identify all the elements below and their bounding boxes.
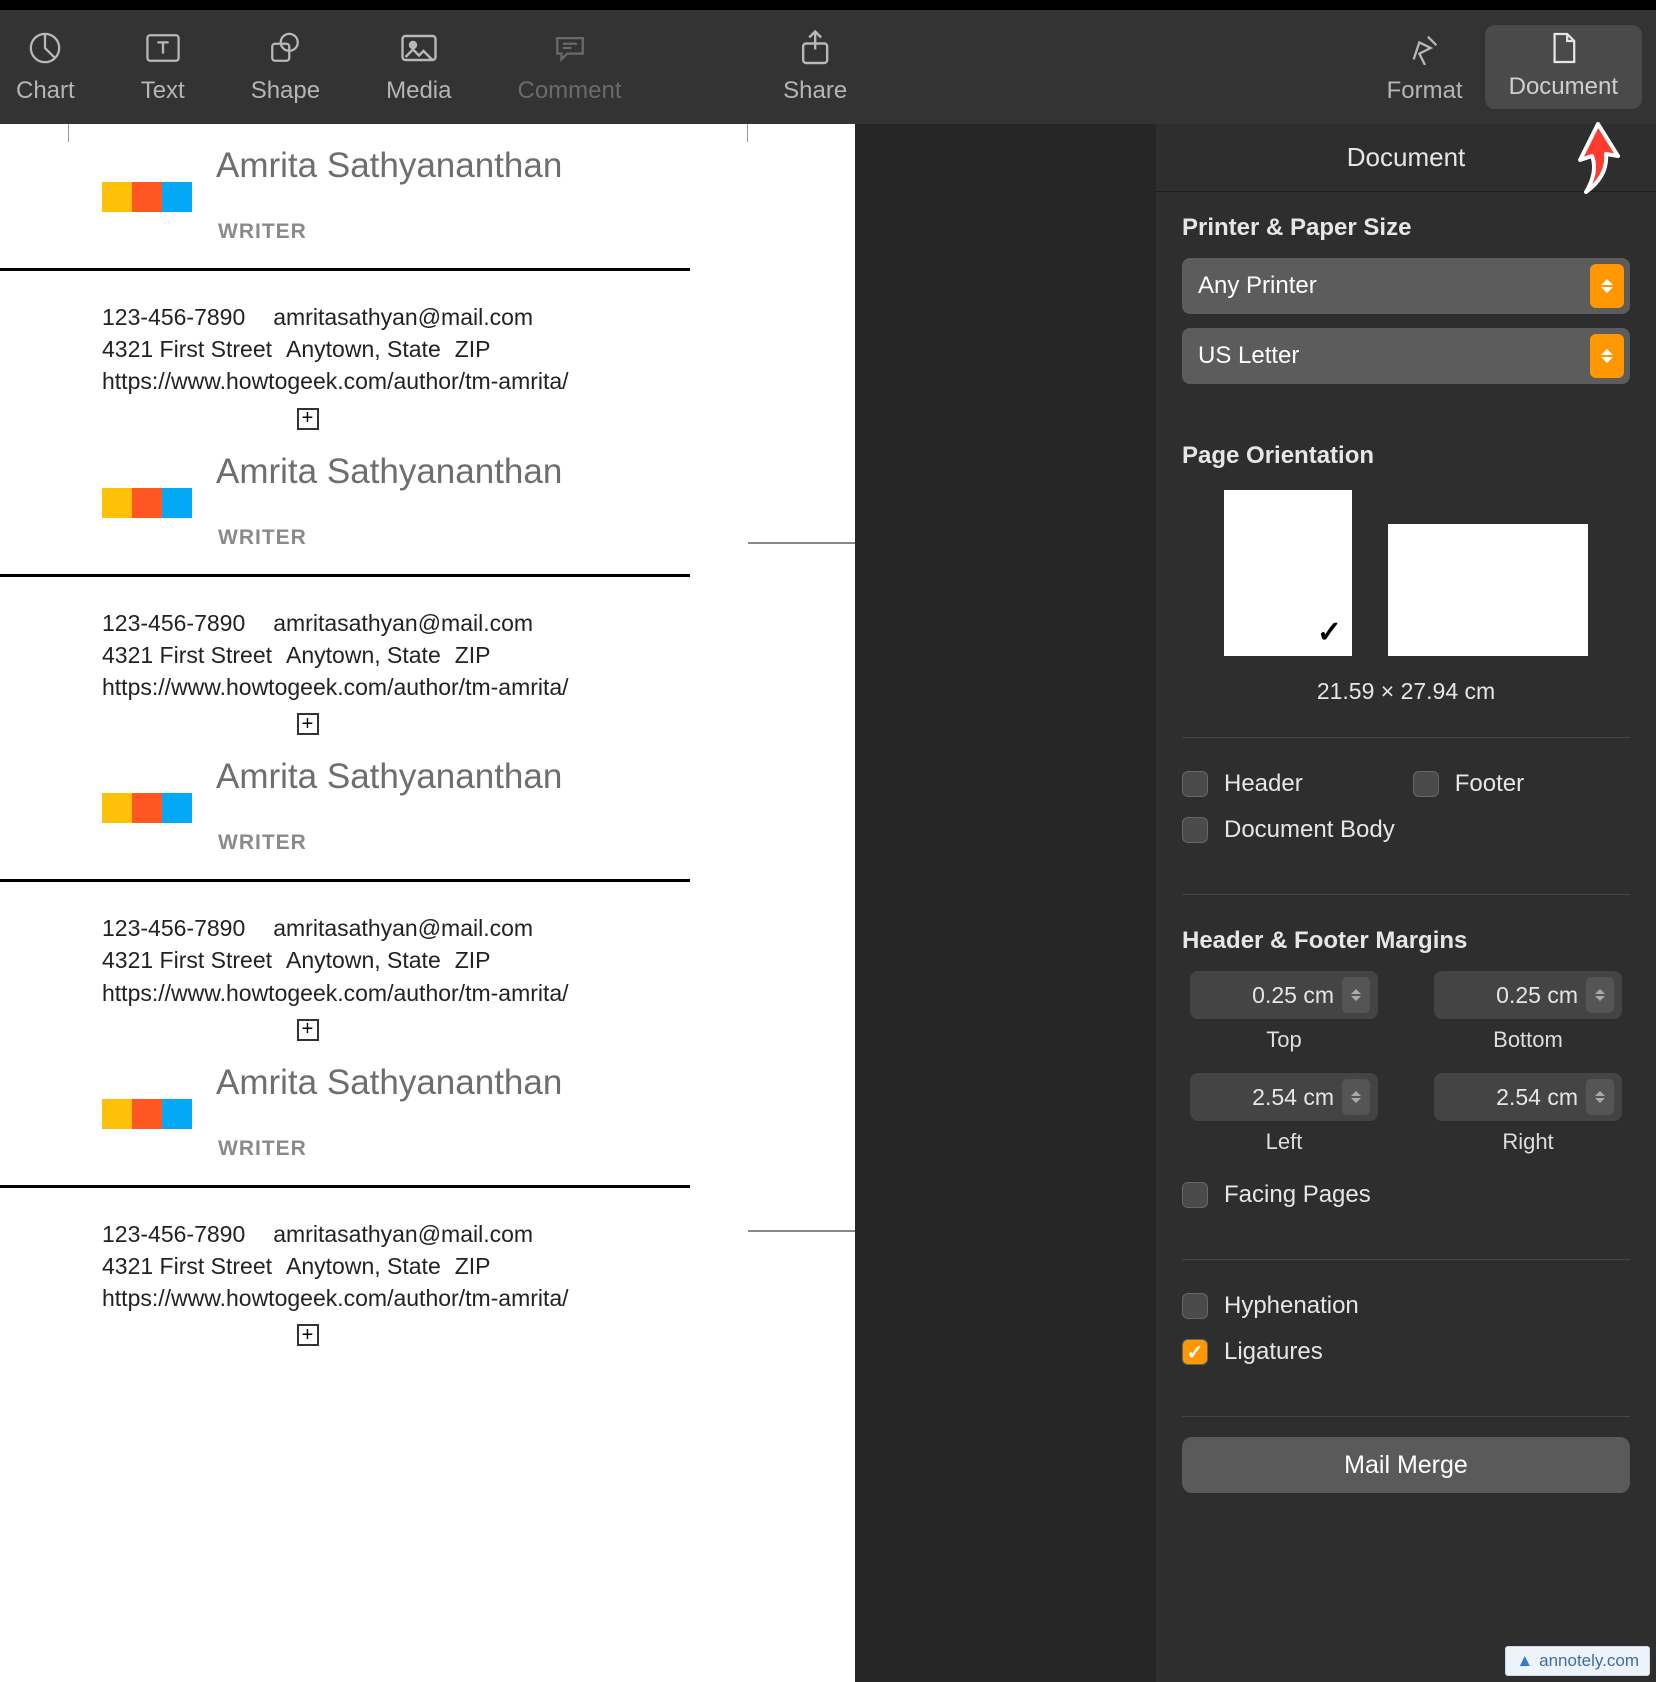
hyphenation-row: Hyphenation bbox=[1182, 1292, 1630, 1320]
facing-pages-row: Facing Pages bbox=[1182, 1181, 1630, 1209]
footer-checkbox[interactable] bbox=[1413, 771, 1439, 797]
margin-right-stepper[interactable]: 2.54 cm bbox=[1434, 1073, 1622, 1121]
add-card-icon[interactable]: + bbox=[297, 1324, 319, 1346]
color-swatches bbox=[102, 488, 192, 518]
dropdown-arrow-icon bbox=[1590, 264, 1624, 308]
media-button[interactable]: Media bbox=[386, 29, 451, 105]
card-role: WRITER bbox=[218, 220, 855, 244]
facing-pages-checkbox[interactable] bbox=[1182, 1182, 1208, 1208]
card-divider bbox=[0, 879, 690, 882]
margin-top-stepper[interactable]: 0.25 cm bbox=[1190, 971, 1378, 1019]
orientation-title: Page Orientation bbox=[1182, 442, 1630, 470]
document-inspector-button[interactable]: Document bbox=[1485, 25, 1642, 109]
format-button[interactable]: Format bbox=[1387, 29, 1463, 105]
header-checkbox[interactable] bbox=[1182, 771, 1208, 797]
stepper-arrows-icon bbox=[1342, 1079, 1370, 1115]
stepper-arrows-icon bbox=[1586, 1079, 1614, 1115]
card-divider bbox=[0, 574, 690, 577]
color-swatches bbox=[102, 1099, 192, 1129]
annotation-arrow bbox=[1568, 116, 1630, 205]
comment-button[interactable]: Comment bbox=[517, 29, 621, 105]
dropdown-arrow-icon bbox=[1590, 334, 1624, 378]
card-role: WRITER bbox=[218, 1137, 855, 1161]
ligatures-checkbox[interactable]: ✓ bbox=[1182, 1339, 1208, 1365]
document-body-checkbox[interactable] bbox=[1182, 817, 1208, 843]
printer-paper-title: Printer & Paper Size bbox=[1182, 214, 1630, 242]
footer-checkbox-row: Footer bbox=[1413, 770, 1524, 798]
canvas-background bbox=[855, 124, 1156, 1682]
share-button[interactable]: Share bbox=[783, 29, 847, 105]
card-name: Amrita Sathyananthan bbox=[216, 1063, 562, 1103]
format-icon bbox=[1406, 29, 1444, 67]
stepper-arrows-icon bbox=[1342, 977, 1370, 1013]
document-inspector: Document Printer & Paper Size Any Printe… bbox=[1156, 124, 1656, 1682]
card-role: WRITER bbox=[218, 831, 855, 855]
card-contact: 123-456-7890amritasathyan@mail.com 4321 … bbox=[0, 912, 855, 1009]
card-name: Amrita Sathyananthan bbox=[216, 452, 562, 492]
card-name: Amrita Sathyananthan bbox=[216, 757, 562, 797]
check-icon: ✓ bbox=[1317, 615, 1342, 650]
add-card-icon[interactable]: + bbox=[297, 713, 319, 735]
orientation-landscape[interactable] bbox=[1388, 524, 1588, 656]
media-icon bbox=[400, 29, 438, 67]
business-card[interactable]: Amrita Sathyananthan WRITER 123-456-7890… bbox=[0, 735, 855, 1041]
document-canvas[interactable]: Amrita Sathyananthan WRITER 123-456-7890… bbox=[0, 124, 855, 1682]
card-divider bbox=[0, 1185, 690, 1188]
card-divider bbox=[0, 268, 690, 271]
hyphenation-checkbox[interactable] bbox=[1182, 1293, 1208, 1319]
color-swatches bbox=[102, 182, 192, 212]
page-size-label: 21.59 × 27.94 cm bbox=[1182, 678, 1630, 705]
document-icon bbox=[1544, 29, 1582, 67]
orientation-portrait[interactable]: ✓ bbox=[1224, 490, 1352, 656]
chart-icon bbox=[26, 29, 64, 67]
business-card[interactable]: Amrita Sathyananthan WRITER 123-456-7890… bbox=[0, 430, 855, 736]
header-checkbox-row: Header bbox=[1182, 770, 1303, 798]
toolbar: Chart Text Shape Media Comment bbox=[0, 0, 1656, 124]
share-icon bbox=[796, 29, 834, 67]
comment-icon bbox=[551, 29, 589, 67]
shape-button[interactable]: Shape bbox=[251, 29, 320, 105]
business-card[interactable]: Amrita Sathyananthan WRITER 123-456-7890… bbox=[0, 124, 855, 430]
card-name: Amrita Sathyananthan bbox=[216, 146, 562, 186]
add-card-icon[interactable]: + bbox=[297, 408, 319, 430]
text-button[interactable]: Text bbox=[141, 29, 185, 105]
color-swatches bbox=[102, 793, 192, 823]
document-body-checkbox-row: Document Body bbox=[1182, 816, 1630, 844]
printer-dropdown[interactable]: Any Printer bbox=[1182, 258, 1630, 314]
card-contact: 123-456-7890amritasathyan@mail.com 4321 … bbox=[0, 301, 855, 398]
margins-title: Header & Footer Margins bbox=[1182, 927, 1630, 955]
paper-size-dropdown[interactable]: US Letter bbox=[1182, 328, 1630, 384]
shape-icon bbox=[266, 29, 304, 67]
margin-left-stepper[interactable]: 2.54 cm bbox=[1190, 1073, 1378, 1121]
annotely-watermark: ▲annotely.com bbox=[1505, 1646, 1650, 1676]
chart-button[interactable]: Chart bbox=[16, 29, 75, 105]
card-contact: 123-456-7890amritasathyan@mail.com 4321 … bbox=[0, 1218, 855, 1315]
business-card[interactable]: Amrita Sathyananthan WRITER 123-456-7890… bbox=[0, 1041, 855, 1347]
stepper-arrows-icon bbox=[1586, 977, 1614, 1013]
card-role: WRITER bbox=[218, 526, 855, 550]
text-icon bbox=[144, 29, 182, 67]
add-card-icon[interactable]: + bbox=[297, 1019, 319, 1041]
mail-merge-button[interactable]: Mail Merge bbox=[1182, 1437, 1630, 1493]
margin-bottom-stepper[interactable]: 0.25 cm bbox=[1434, 971, 1622, 1019]
ligatures-row: ✓ Ligatures bbox=[1182, 1338, 1630, 1366]
card-contact: 123-456-7890amritasathyan@mail.com 4321 … bbox=[0, 607, 855, 704]
